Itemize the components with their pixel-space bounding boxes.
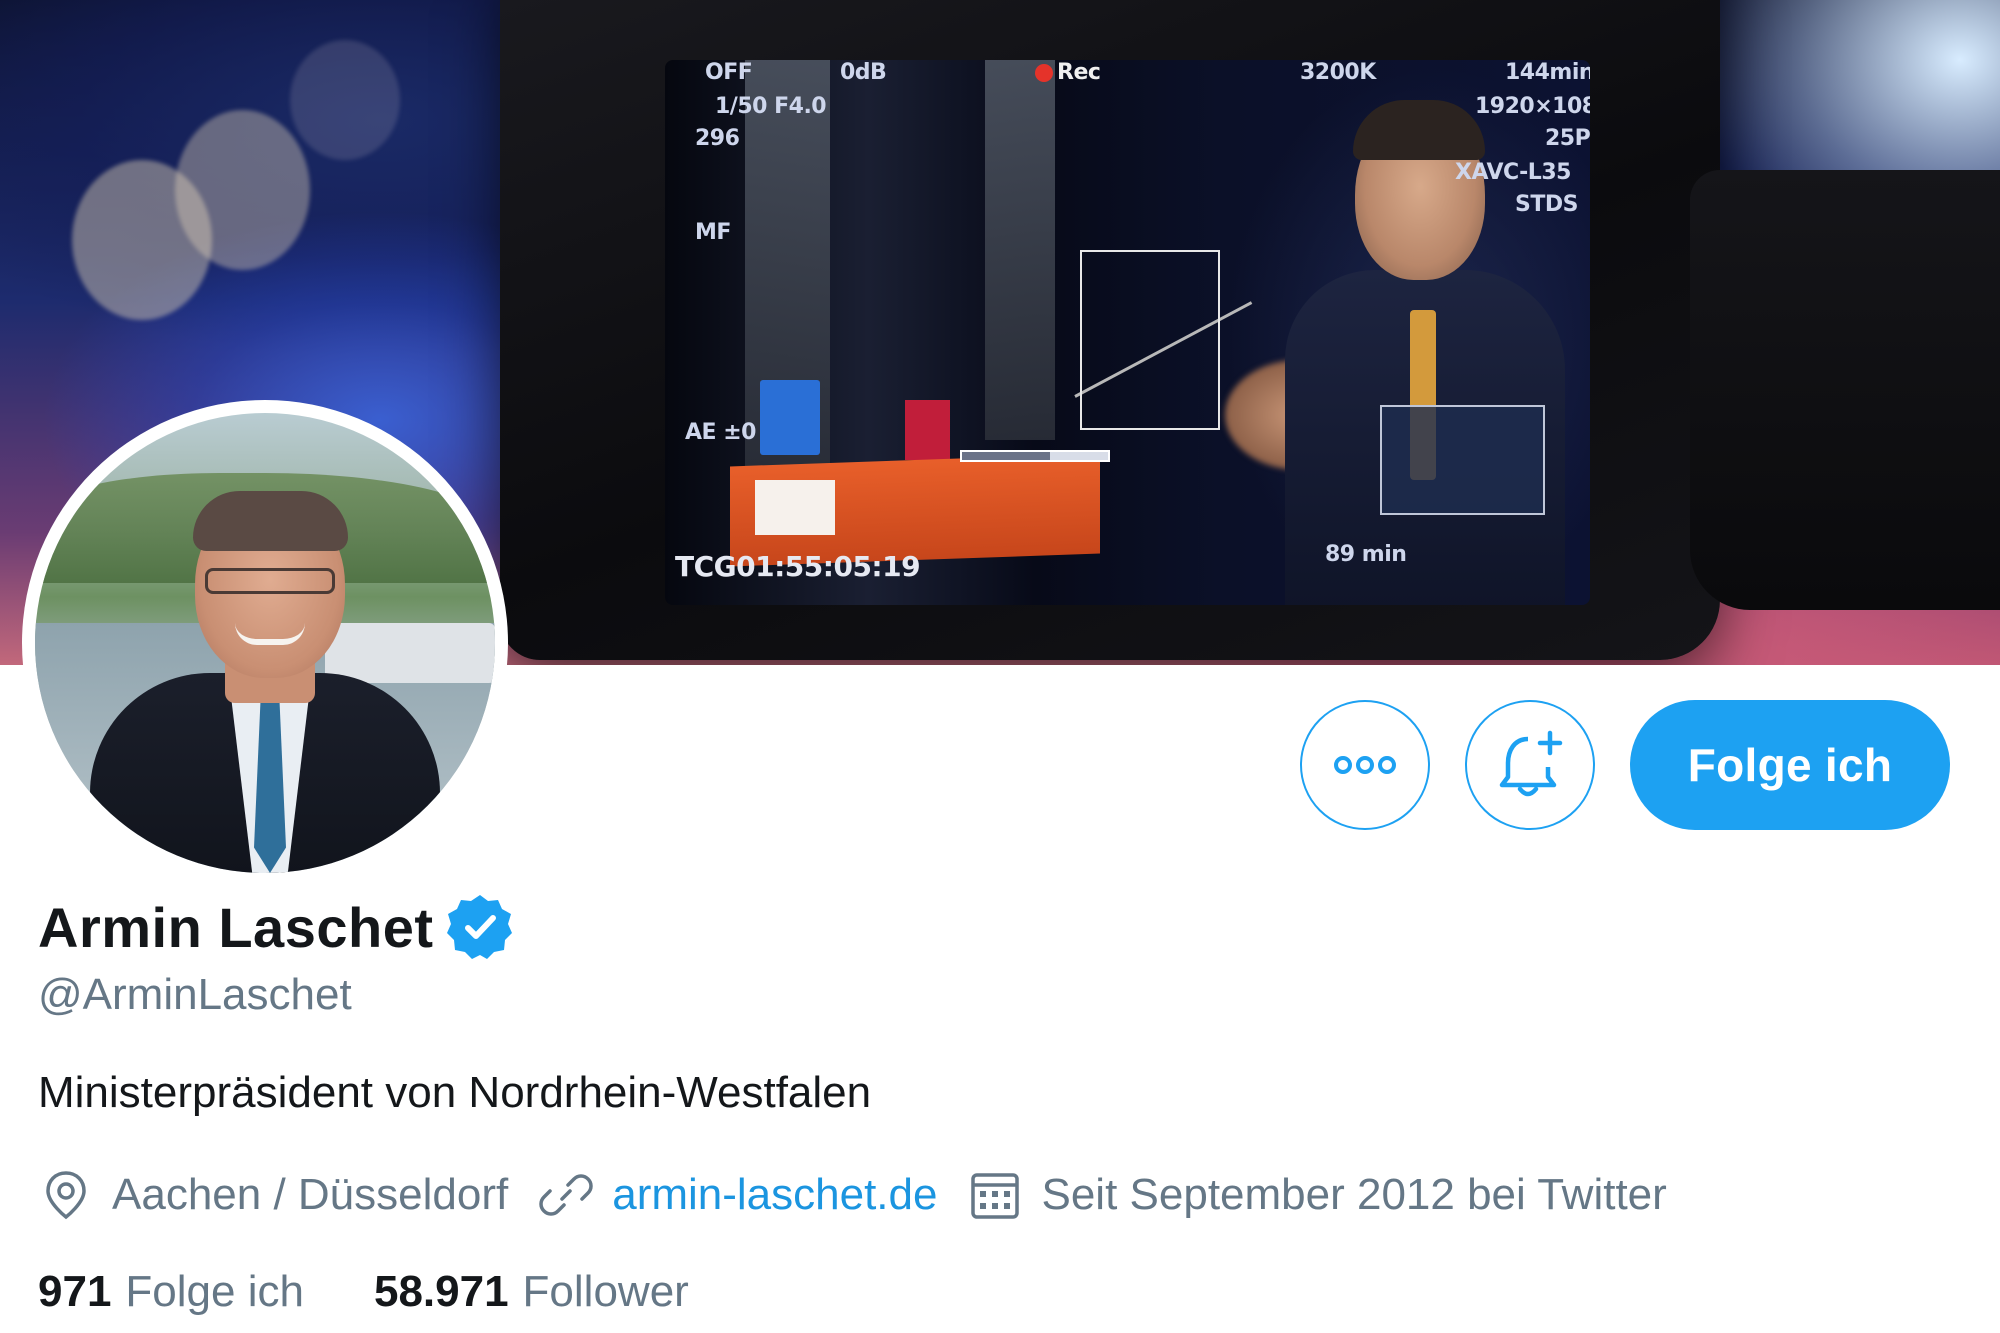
profile-stats: 971 Folge ich 58.971 Follower: [38, 1262, 759, 1322]
osd-level: 296: [695, 126, 740, 151]
bokeh-light: [290, 40, 400, 160]
osd-shutter: 1/50 F4.0: [715, 94, 827, 119]
osd-rec-label: Rec: [1057, 60, 1101, 85]
scene-column: [985, 60, 1055, 440]
osd-resolution: 1920×1080: [1475, 94, 1590, 119]
profile-meta: Aachen / Düsseldorf armin-laschet.de Sei…: [38, 1165, 1697, 1225]
osd-mf: MF: [695, 220, 731, 245]
more-options-button[interactable]: [1300, 700, 1430, 830]
avatar-smile: [235, 623, 305, 645]
profile-location: Aachen / Düsseldorf: [38, 1167, 508, 1223]
profile-handle: @ArminLaschet: [38, 970, 352, 1019]
followers-stat[interactable]: 58.971 Follower: [374, 1267, 689, 1317]
bokeh-light: [175, 110, 310, 270]
notifications-button[interactable]: [1465, 700, 1595, 830]
osd-battery: 144min: [1505, 60, 1590, 85]
osd-duration: 89 min: [1325, 542, 1407, 567]
notification-bell-add-icon: [1499, 730, 1563, 797]
avatar-background-boat: [325, 623, 495, 683]
verified-badge-icon: [446, 895, 512, 959]
followers-label: Follower: [522, 1267, 689, 1316]
profile-avatar[interactable]: [22, 400, 508, 886]
osd-gain: 0dB: [840, 60, 887, 85]
followers-count: 58.971: [373, 1267, 509, 1316]
record-dot-icon: [1035, 64, 1053, 82]
website-link[interactable]: armin-laschet.de: [612, 1170, 937, 1220]
camera-viewfinder-screen: OFF 0dB Rec 3200K 144min 1920×1080 25P X…: [665, 60, 1590, 605]
joined-text: Seit September 2012 bei Twitter: [1041, 1170, 1667, 1219]
osd-white-balance: 3200K: [1300, 60, 1376, 85]
more-options-icon: [1334, 756, 1396, 774]
osd-timecode: TCG01:55:05:19: [675, 550, 921, 583]
link-icon: [539, 1174, 593, 1216]
avatar-photo: [35, 413, 495, 873]
profile-website[interactable]: armin-laschet.de: [538, 1167, 937, 1223]
following-stat[interactable]: 971 Folge ich: [38, 1267, 304, 1317]
avatar-glasses: [205, 568, 335, 594]
osd-rec: Rec: [1035, 60, 1101, 85]
scene-laptop: [760, 380, 820, 455]
osd-level-bar: [960, 450, 1110, 462]
osd-ae: AE ±0: [685, 420, 756, 445]
following-label: Folge ich: [125, 1267, 304, 1316]
profile-joined: Seit September 2012 bei Twitter: [967, 1167, 1667, 1223]
focus-frame: [1080, 250, 1220, 430]
avatar-hair: [193, 491, 348, 551]
following-count: 971: [38, 1267, 112, 1316]
osd-standard: STDS: [1515, 192, 1578, 217]
scene-sign: [905, 400, 950, 460]
osd-off: OFF: [705, 60, 753, 85]
profile-bio: Ministerpräsident von Nordrhein-Westfale…: [38, 1068, 872, 1117]
location-pin-icon: [46, 1171, 86, 1220]
scene-histogram: [1380, 405, 1545, 515]
camera-grip: [1690, 170, 2000, 610]
location-text: Aachen / Düsseldorf: [112, 1170, 509, 1219]
scene-podium-label: [755, 480, 835, 535]
profile-name-row: Armin Laschet: [38, 892, 516, 962]
osd-framerate: 25P: [1545, 126, 1590, 151]
scene-speaker-hair: [1353, 100, 1485, 160]
following-button[interactable]: Folge ich: [1630, 700, 1950, 830]
osd-codec: XAVC-L35: [1455, 160, 1571, 185]
profile-name: Armin Laschet: [38, 895, 434, 959]
calendar-icon: [971, 1173, 1020, 1219]
